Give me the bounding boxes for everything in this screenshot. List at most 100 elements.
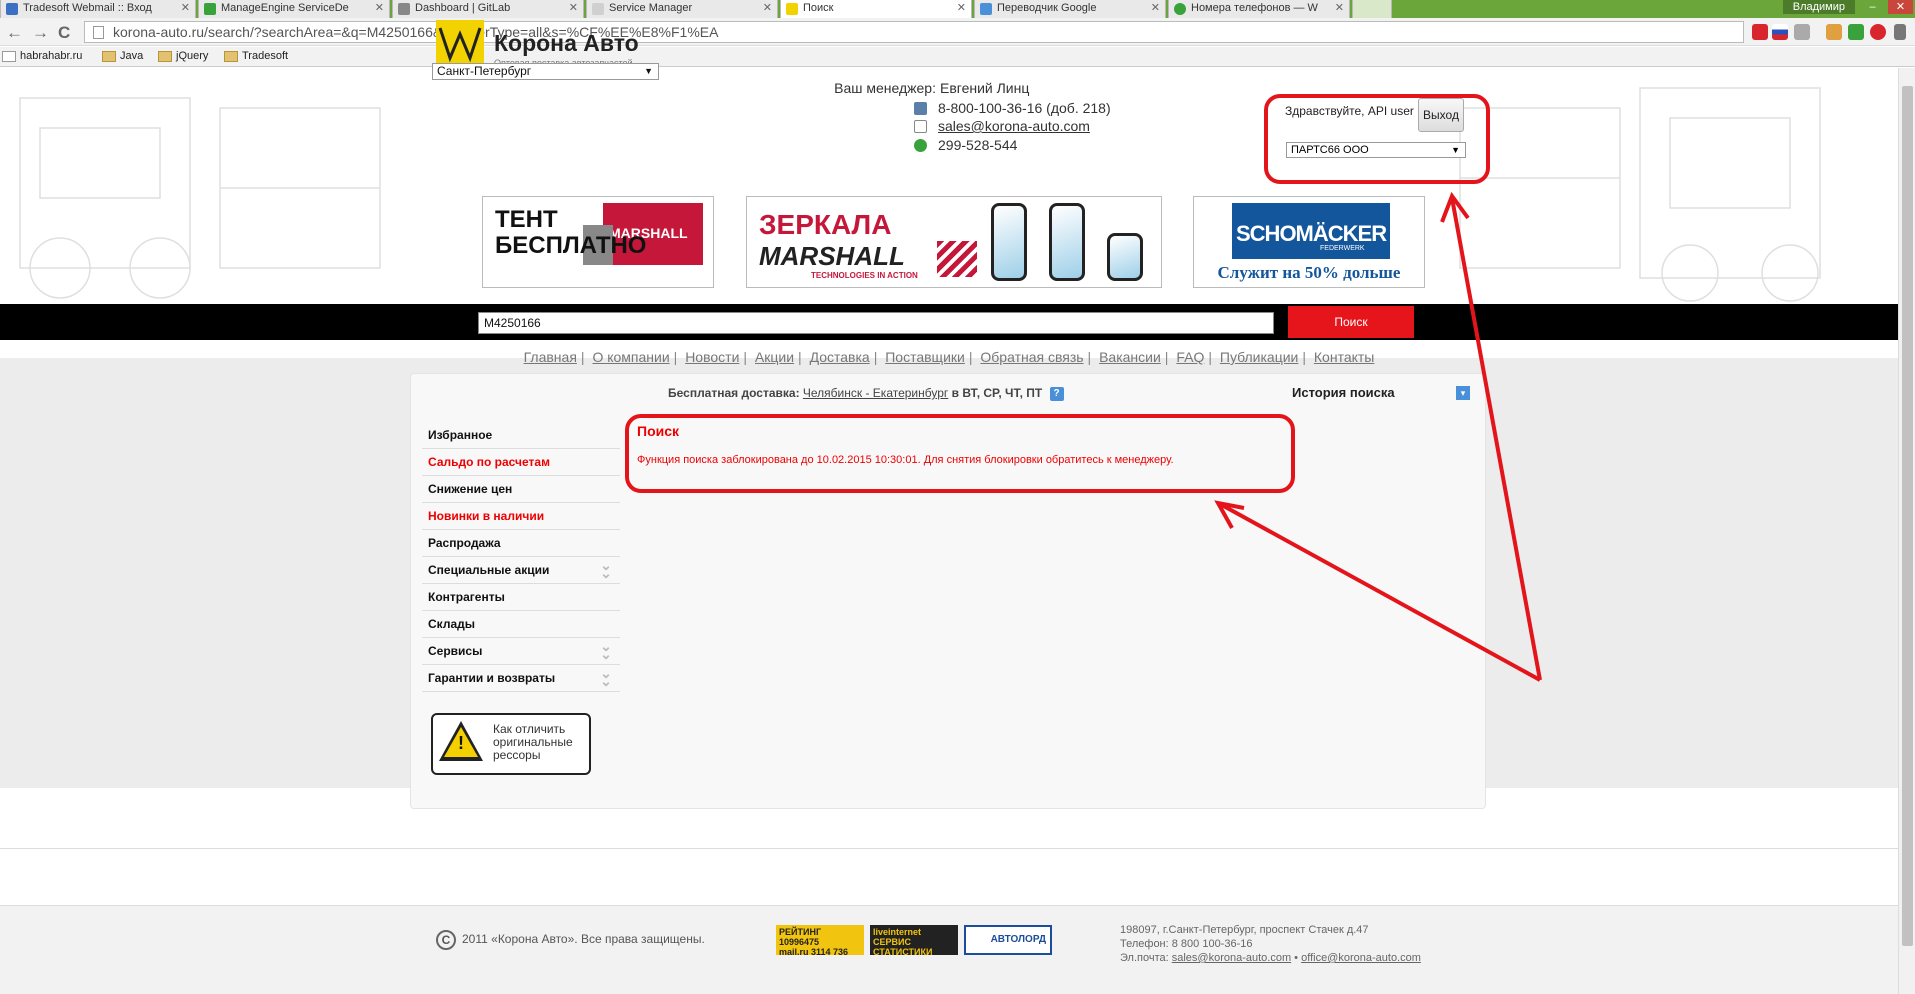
menu-link[interactable]: Акции <box>755 349 794 365</box>
logout-button[interactable]: Выход <box>1418 98 1464 132</box>
search-input[interactable]: M4250166 <box>478 312 1274 334</box>
sidebar-item-price-cuts[interactable]: Снижение цен <box>422 476 620 503</box>
sidebar-item-special-offers[interactable]: Специальные акции ⌄ ⌄ <box>422 557 620 584</box>
chevron-down-icon[interactable]: ⌄ ⌄ <box>592 666 620 688</box>
adblock-icon[interactable] <box>1870 24 1886 40</box>
address-bar[interactable]: korona-auto.ru/search/?searchArea=&q=M42… <box>84 21 1744 43</box>
menu-separator: | <box>673 349 678 365</box>
tab-close-icon[interactable]: ✕ <box>569 0 578 17</box>
scrollbar-thumb[interactable] <box>1902 86 1913 946</box>
tab-close-icon[interactable]: ✕ <box>763 0 772 17</box>
mailru-counter[interactable]: РЕЙТИНГ 10996475 mail.ru 3114 736 <box>776 925 864 955</box>
tab-close-icon[interactable]: ✕ <box>1151 0 1160 17</box>
extension-icon[interactable] <box>1826 24 1842 40</box>
tab-close-icon[interactable]: ✕ <box>375 0 384 17</box>
tab-favicon-icon <box>398 3 410 15</box>
extension-icon[interactable] <box>1848 24 1864 40</box>
city-select[interactable]: Санкт-Петербург ▼ <box>432 63 659 80</box>
sidebar-item-services[interactable]: Сервисы ⌄ ⌄ <box>422 638 620 665</box>
browser-tab-active[interactable]: Поиск ✕ <box>780 0 972 18</box>
bookmark-folder[interactable]: jQuery <box>158 50 208 62</box>
browser-user-badge[interactable]: Владимир <box>1782 0 1855 14</box>
new-tab-button[interactable] <box>1352 0 1392 18</box>
help-icon[interactable]: ? <box>1049 386 1064 401</box>
sidebar-item-label: Сальдо по расчетам <box>428 455 550 469</box>
autolord-counter[interactable]: АВТОЛОРД <box>964 925 1052 955</box>
browser-tab[interactable]: Tradesoft Webmail :: Вход ✕ <box>0 0 196 18</box>
banner-schomaecker[interactable]: SCHOMÄCKER FEDERWERK Служит на 50% дольш… <box>1193 196 1425 288</box>
search-button[interactable]: Поиск <box>1288 306 1414 338</box>
tab-close-icon[interactable]: ✕ <box>1335 0 1344 17</box>
bookmark-item[interactable]: habrahabr.ru <box>2 50 82 62</box>
sidebar-item-balance[interactable]: Сальдо по расчетам <box>422 449 620 476</box>
bookmark-label: Java <box>120 50 144 62</box>
banner-mirrors[interactable]: ЗЕРКАЛА MARSHALL TECHNOLOGIES IN ACTION <box>746 196 1162 288</box>
minimize-icon[interactable]: – <box>1860 0 1885 14</box>
phone-text: 8-800-100-36-16 (доб. 218) <box>938 100 1111 116</box>
menu-link[interactable]: О компании <box>592 349 669 365</box>
browser-tab[interactable]: Dashboard | GitLab ✕ <box>392 0 584 18</box>
bookmark-folder[interactable]: Java <box>102 50 143 62</box>
tab-close-icon[interactable]: ✕ <box>957 0 966 17</box>
dropdown-arrow-icon: ▼ <box>644 66 653 76</box>
counter-text: АВТОЛОРД <box>990 934 1046 945</box>
bookmark-folder[interactable]: Tradesoft <box>224 50 288 62</box>
page-scrollbar[interactable] <box>1898 68 1915 994</box>
pro-extension-icon[interactable] <box>1752 24 1768 40</box>
banner-line: БЕСПЛАТНО <box>495 232 647 259</box>
browser-tab[interactable]: Service Manager ✕ <box>586 0 778 18</box>
sidebar-item-label: Новинки в наличии <box>428 509 545 523</box>
tab-close-icon[interactable]: ✕ <box>181 0 190 17</box>
tab-title: Переводчик Google <box>997 2 1097 14</box>
menu-link[interactable]: Контакты <box>1314 349 1374 365</box>
menu-icon[interactable] <box>1894 24 1906 40</box>
bookmark-label: Tradesoft <box>242 50 289 62</box>
email-link[interactable]: sales@korona-auto.com <box>938 118 1090 134</box>
footer-email-link[interactable]: sales@korona-auto.com <box>1172 952 1291 964</box>
back-icon[interactable]: ← <box>6 23 23 43</box>
browser-tab[interactable]: Переводчик Google ✕ <box>974 0 1166 18</box>
sidebar-item-new-arrivals[interactable]: Новинки в наличии <box>422 503 620 530</box>
menu-link[interactable]: Главная <box>524 349 577 365</box>
liveinternet-counter[interactable]: liveinternet СЕРВИС СТАТИСТИКИ <box>870 925 958 955</box>
sidebar-item-warehouses[interactable]: Склады <box>422 611 620 638</box>
sidebar-item-counterparties[interactable]: Контрагенты <box>422 584 620 611</box>
browser-tab[interactable]: ManageEngine ServiceDe ✕ <box>198 0 390 18</box>
banner-tent[interactable]: MARSHALL ТЕНТ БЕСПЛАТНО <box>482 196 714 288</box>
menu-link[interactable]: Публикации <box>1220 349 1298 365</box>
forward-icon[interactable]: → <box>32 23 49 43</box>
close-window-icon[interactable]: ✕ <box>1888 0 1913 14</box>
manager-label: Ваш менеджер: <box>834 80 936 96</box>
sidebar-item-favorites[interactable]: Избранное <box>422 422 620 449</box>
sidebar-item-sale[interactable]: Распродажа <box>422 530 620 557</box>
footer-contacts: 198097, г.Санкт-Петербург, проспект Стач… <box>1120 923 1421 965</box>
crown-logo-icon <box>436 20 484 66</box>
menu-link[interactable]: Вакансии <box>1099 349 1161 365</box>
history-toggle-icon[interactable]: ▾ <box>1456 386 1470 400</box>
menu-link[interactable]: Обратная связь <box>980 349 1083 365</box>
menu-link[interactable]: Новости <box>685 349 739 365</box>
springs-promo-button[interactable]: ! Как отличить оригинальные рессоры <box>431 713 591 775</box>
user-greeting: Здравствуйте, API user <box>1285 104 1414 118</box>
sidebar-item-label: Гарантии и возвраты <box>428 671 556 685</box>
menu-link[interactable]: Доставка <box>810 349 870 365</box>
sidebar-item-label: Избранное <box>428 428 493 442</box>
company-select[interactable]: ПАРТС66 ООО ▼ <box>1286 142 1466 158</box>
delivery-days: в ВТ, СР, ЧТ, ПТ <box>951 386 1043 400</box>
language-flag-icon[interactable] <box>1772 24 1788 40</box>
browser-tab[interactable]: Номера телефонов — W ✕ <box>1168 0 1350 18</box>
menu-link[interactable]: Поставщики <box>885 349 965 365</box>
menu-separator: | <box>873 349 878 365</box>
reload-icon[interactable]: C <box>58 23 70 43</box>
delivery-route-link[interactable]: Челябинск - Екатеринбург <box>803 386 948 400</box>
footer-email-link[interactable]: office@korona-auto.com <box>1301 952 1421 964</box>
chevron-down-icon[interactable]: ⌄ ⌄ <box>592 639 620 661</box>
sidebar-item-warranty[interactable]: Гарантии и возвраты ⌄ ⌄ <box>422 665 620 692</box>
search-history-title[interactable]: История поиска <box>1292 385 1395 400</box>
chevron-down-icon[interactable]: ⌄ ⌄ <box>592 558 620 580</box>
result-title: Поиск <box>637 423 680 439</box>
copyright-text: 2011 «Корона Авто». Все права защищены. <box>462 932 705 947</box>
menu-link[interactable]: FAQ <box>1176 349 1204 365</box>
extension-icon[interactable] <box>1794 24 1810 40</box>
sidebar-item-label: Распродажа <box>428 536 501 550</box>
